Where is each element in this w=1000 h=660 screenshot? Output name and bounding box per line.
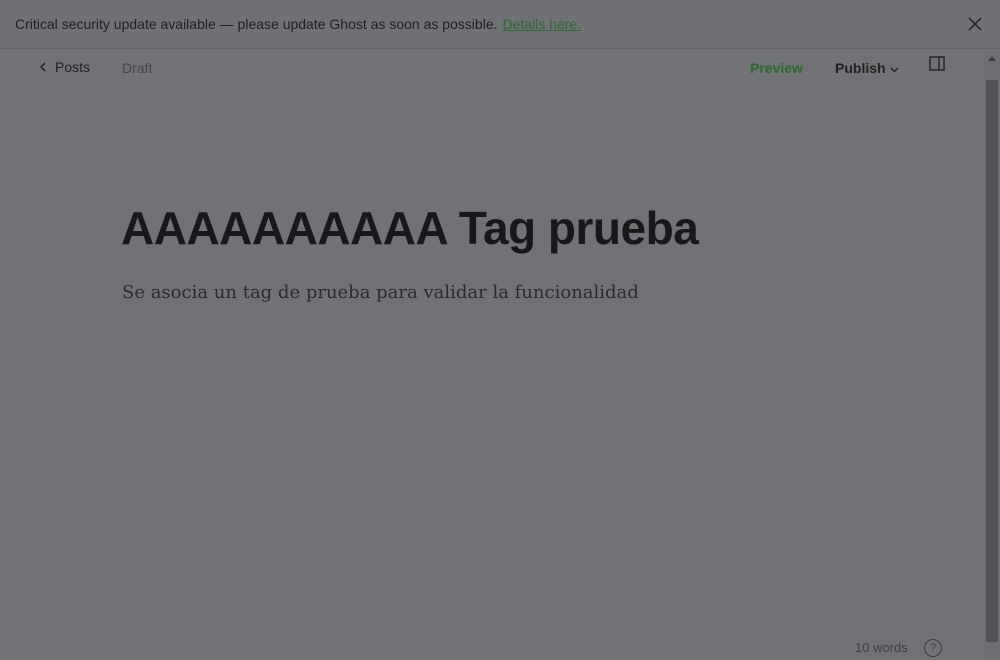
publish-button[interactable]: Publish [835,60,899,76]
help-icon[interactable]: ? [924,639,942,657]
sidebar-toggle-icon[interactable] [929,56,945,71]
chevron-down-icon [890,67,899,72]
back-label: Posts [55,59,91,75]
scroll-up-arrow-icon[interactable] [988,56,996,61]
security-update-banner: Critical security update available — ple… [0,0,1000,49]
scroll-thumb[interactable] [986,80,998,642]
post-excerpt[interactable]: Se asocia un tag de prueba para validar … [122,282,639,303]
preview-button[interactable]: Preview [750,60,803,76]
post-status: Draft [122,60,153,76]
editor-toolbar: Posts Draft Preview Publish [0,50,984,86]
banner-message: Critical security update available — ple… [15,16,498,32]
close-icon[interactable] [967,16,983,32]
vertical-scrollbar[interactable] [984,50,1000,660]
word-count: 10 words [855,640,908,655]
back-to-posts-button[interactable]: Posts [40,59,90,75]
banner-details-link[interactable]: Details here. [503,16,582,32]
post-title[interactable]: AAAAAAAAAA Tag prueba [121,201,699,255]
publish-label: Publish [835,60,886,76]
chevron-left-icon [40,62,46,72]
